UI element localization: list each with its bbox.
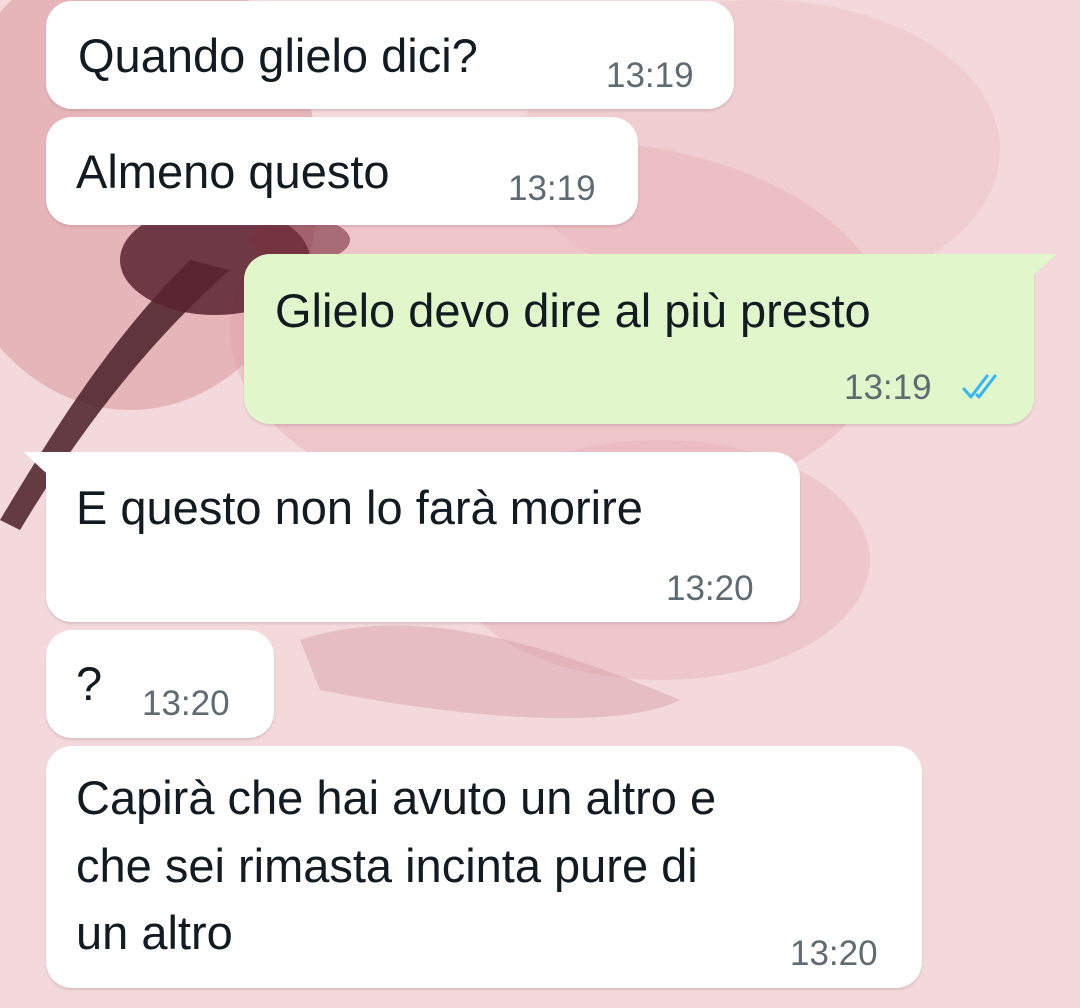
double-check-read-icon xyxy=(962,374,997,399)
message-text: Glielo devo dire al più presto xyxy=(275,284,871,337)
message-bubble-incoming[interactable]: Quando glielo dici? 13:19 xyxy=(46,1,734,109)
message-text-line: un altro xyxy=(76,906,233,959)
chat-conversation: Quando glielo dici? 13:19 Almeno questo … xyxy=(0,0,1080,1008)
message-timestamp: 13:20 xyxy=(790,934,878,973)
message-bubble-incoming[interactable]: ? 13:20 xyxy=(46,630,274,738)
message-bubble-incoming[interactable]: Capirà che hai avuto un altro e che sei … xyxy=(46,746,922,988)
message-text: Quando glielo dici? xyxy=(78,29,478,82)
message-timestamp: 13:20 xyxy=(666,569,754,608)
message-text: Almeno questo xyxy=(76,145,390,198)
message-timestamp: 13:19 xyxy=(508,169,596,208)
message-text: ? xyxy=(76,657,103,710)
message-text-line: Capirà che hai avuto un altro e xyxy=(76,771,717,824)
message-timestamp: 13:20 xyxy=(142,684,230,723)
bubble-tail-incoming xyxy=(24,452,50,476)
message-bubble-incoming[interactable]: Almeno questo 13:19 xyxy=(46,117,638,225)
message-timestamp: 13:19 xyxy=(606,56,694,95)
message-timestamp: 13:19 xyxy=(844,368,932,407)
bubble-tail-outgoing xyxy=(1030,254,1056,278)
message-bubble-outgoing[interactable]: Glielo devo dire al più presto 13:19 xyxy=(244,254,1034,424)
message-bubble-incoming[interactable]: E questo non lo farà morire 13:20 xyxy=(46,452,800,622)
message-text-line: che sei rimasta incinta pure di xyxy=(76,839,698,892)
message-text: E questo non lo farà morire xyxy=(76,481,643,534)
